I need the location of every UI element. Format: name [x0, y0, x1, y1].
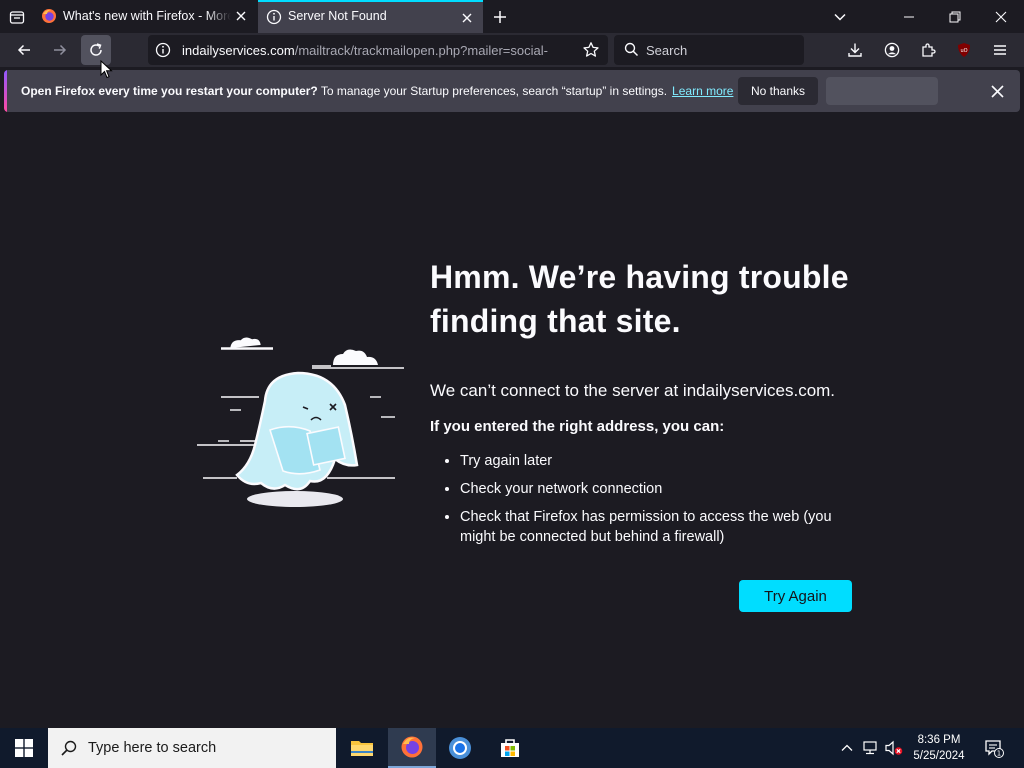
tab-whats-new[interactable]: What's new with Firefox - More privacy: [33, 0, 257, 33]
suggestion-list: Try again later Check your network conne…: [430, 451, 860, 547]
restore-icon: [949, 11, 961, 22]
notification-message: Open Firefox every time you restart your…: [21, 84, 733, 98]
close-notification-button[interactable]: [986, 80, 1008, 102]
list-all-tabs-button[interactable]: [828, 5, 852, 29]
minimize-icon: [904, 16, 914, 17]
volume-button[interactable]: [883, 728, 905, 768]
back-button[interactable]: [9, 35, 39, 65]
forward-button[interactable]: [45, 35, 75, 65]
list-item: Check your network connection: [460, 479, 860, 499]
firefox-icon: [41, 8, 57, 27]
taskbar-firefox[interactable]: [388, 728, 436, 768]
new-tab-button[interactable]: [488, 5, 512, 29]
error-description: We can’t connect to the server at indail…: [430, 381, 836, 400]
taskbar-chrome[interactable]: [436, 728, 484, 768]
ublock-button[interactable]: uO: [949, 35, 979, 65]
notification-count: 1: [997, 750, 1001, 758]
url-path: /mailtrack/trackmailopen.php?mailer=soci…: [294, 43, 548, 58]
notification-icon: 1: [985, 740, 1004, 758]
notification-accent-stripe: [4, 70, 7, 112]
close-icon: [990, 84, 1004, 98]
reload-icon: [90, 43, 102, 56]
lost-ghost-illustration: [197, 337, 404, 507]
error-subheading: If you entered the right address, you ca…: [430, 418, 725, 435]
minimize-button[interactable]: [886, 0, 932, 33]
taskbar-clock[interactable]: 8:36 PM 5/25/2024: [906, 732, 972, 764]
network-icon: [863, 741, 877, 755]
folder-icon: [351, 741, 373, 756]
download-icon: [848, 43, 862, 57]
volume-muted-icon: [885, 740, 903, 756]
taskbar-store[interactable]: [486, 728, 534, 768]
network-button[interactable]: [860, 728, 882, 768]
search-placeholder: Search: [646, 43, 688, 58]
search-icon: [60, 739, 78, 762]
action-center-button[interactable]: 1: [980, 728, 1008, 768]
learn-more-link[interactable]: Learn more: [672, 84, 733, 98]
tab-strip: What's new with Firefox - More privacy S…: [0, 0, 1024, 33]
downloads-button[interactable]: [840, 35, 870, 65]
close-tab-icon[interactable]: [457, 8, 477, 28]
arrow-left-icon: [17, 44, 30, 56]
close-window-button[interactable]: [978, 0, 1024, 33]
taskbar-file-explorer[interactable]: [338, 728, 386, 768]
notification-bold-text: Open Firefox every time you restart your…: [21, 84, 318, 98]
hamburger-menu-icon: [994, 45, 1006, 55]
firefox-window: What's new with Firefox - More privacy S…: [0, 0, 1024, 768]
chevron-down-icon: [834, 13, 846, 21]
ublock-shield-icon: uO: [958, 43, 970, 57]
windows-taskbar: Type here to search 8:36 PM 5/25/2024 1: [0, 728, 1024, 768]
search-icon: [624, 42, 639, 62]
clock-time: 8:36 PM: [917, 734, 961, 746]
restore-button[interactable]: [932, 0, 978, 33]
address-bar[interactable]: indailyservices.com/mailtrack/trackmailo…: [148, 35, 608, 65]
search-bar[interactable]: Search: [614, 35, 804, 65]
taskbar-search-placeholder: Type here to search: [88, 740, 217, 756]
url-text[interactable]: indailyservices.com/mailtrack/trackmailo…: [182, 43, 570, 58]
try-again-button[interactable]: Try Again: [739, 580, 852, 612]
chevron-up-icon: [841, 744, 853, 751]
store-icon: [501, 739, 519, 757]
page-content: Hmm. We’re having trouble finding that s…: [0, 115, 1024, 728]
start-button[interactable]: [0, 728, 48, 768]
list-item: Check that Firefox has permission to acc…: [460, 507, 860, 547]
tab-server-not-found[interactable]: Server Not Found: [258, 0, 483, 33]
list-item: Try again later: [460, 451, 860, 471]
firefox-view-icon: [9, 10, 24, 24]
account-icon: [884, 42, 900, 58]
menu-button[interactable]: [985, 35, 1015, 65]
bookmark-star-icon[interactable]: [582, 41, 600, 64]
notification-text: To manage your Startup preferences, sear…: [320, 84, 668, 98]
close-icon: [995, 11, 1007, 22]
plus-icon: [494, 11, 506, 23]
error-message-block: Hmm. We’re having trouble finding that s…: [430, 255, 860, 555]
startup-notification-bar: Open Firefox every time you restart your…: [4, 70, 1020, 112]
puzzle-icon: [922, 43, 936, 57]
tab-title: Server Not Found: [288, 9, 387, 23]
firefox-view-button[interactable]: [0, 0, 33, 33]
extensions-button[interactable]: [913, 35, 943, 65]
tab-title: What's new with Firefox - More privacy: [63, 9, 231, 23]
close-tab-icon[interactable]: [231, 6, 251, 26]
show-hidden-icons-button[interactable]: [836, 728, 858, 768]
navigation-toolbar: indailyservices.com/mailtrack/trackmailo…: [0, 33, 1024, 67]
no-thanks-button[interactable]: No thanks: [738, 77, 818, 105]
chrome-icon: [449, 737, 471, 759]
clock-date: 5/25/2024: [913, 750, 965, 762]
notification-action-button[interactable]: [826, 77, 938, 105]
account-button[interactable]: [877, 35, 907, 65]
windows-logo-icon: [15, 739, 33, 757]
svg-text:uO: uO: [960, 48, 967, 54]
mouse-cursor-icon: [100, 60, 113, 79]
arrow-right-icon: [54, 44, 67, 56]
firefox-icon: [401, 736, 423, 758]
url-host: indailyservices.com: [182, 43, 295, 58]
error-title: Hmm. We’re having trouble finding that s…: [430, 259, 849, 339]
taskbar-search-box[interactable]: Type here to search: [48, 728, 336, 768]
site-info-icon[interactable]: [154, 41, 172, 64]
info-icon: [266, 9, 282, 28]
